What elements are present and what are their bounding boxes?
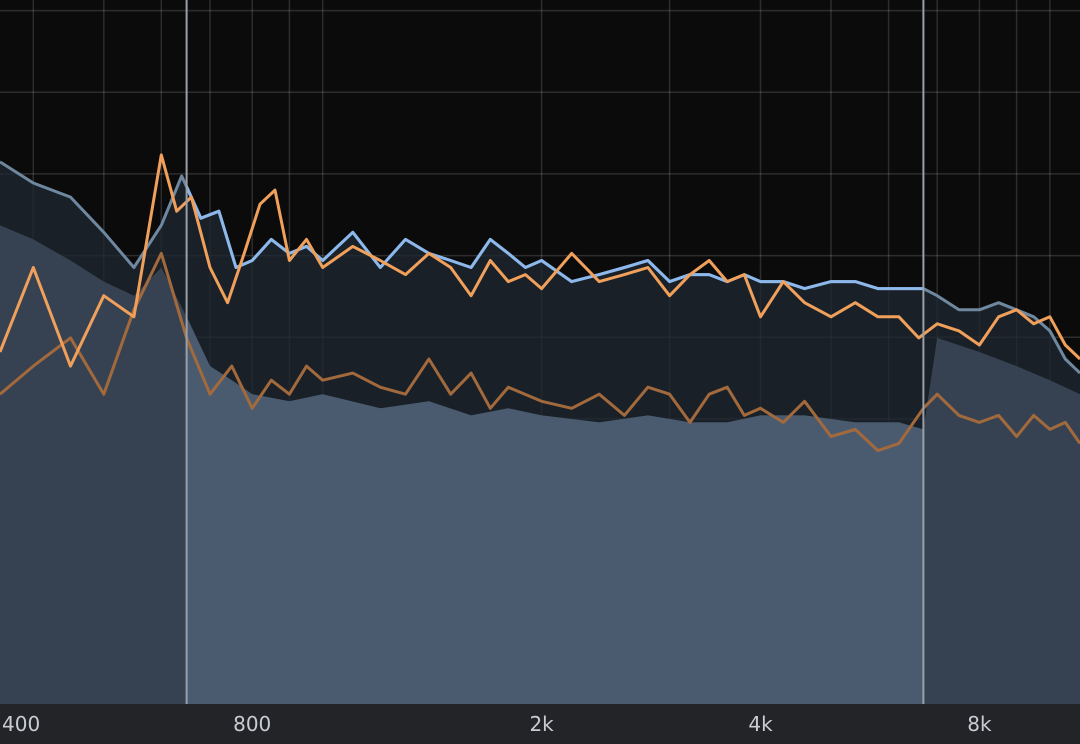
x-tick-label: 8k — [967, 712, 992, 736]
spectrum-analyzer: 400 800 2k 4k 8k — [0, 0, 1080, 744]
x-tick-label: 2k — [529, 712, 554, 736]
x-tick-label: 4k — [748, 712, 773, 736]
x-tick-label: 400 — [2, 712, 40, 736]
x-tick-label: 800 — [233, 712, 271, 736]
